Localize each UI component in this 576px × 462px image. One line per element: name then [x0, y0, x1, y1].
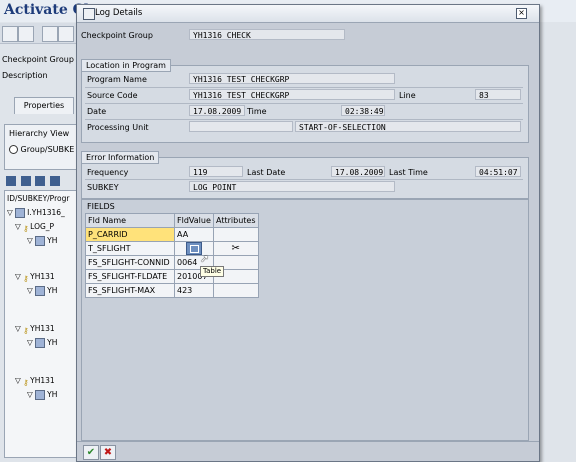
refresh-icon[interactable]: [49, 176, 60, 186]
subkey-field[interactable]: LOG_POINT: [189, 181, 395, 192]
cell-fld-name[interactable]: T_SFLIGHT: [85, 241, 175, 256]
background-checkpoint-group-label: Checkpoint Group: [2, 55, 74, 64]
checkpoint-group-label: Checkpoint Group: [81, 31, 153, 40]
forward-arrow-icon[interactable]: [18, 26, 34, 42]
cell-fld-value[interactable]: AA: [174, 227, 214, 242]
tree-item[interactable]: ▽ YH: [27, 389, 57, 400]
table-row[interactable]: FS_SFLIGHT-CONNID 0064: [85, 255, 259, 270]
column-header-fld-value[interactable]: FldValue: [174, 213, 214, 228]
line-label: Line: [399, 91, 416, 100]
hierarchy-tree: ID/SUBKEY/Progr ▽ I.YH1316_ ▽ ⚷ LOG_P ▽ Y…: [4, 190, 80, 458]
confirm-button[interactable]: ✔: [83, 445, 99, 460]
tree-item[interactable]: ▽ YH: [27, 235, 57, 246]
footer-separator: [77, 441, 539, 442]
dialog-title-bar: Log Details ×: [77, 5, 539, 23]
log-details-dialog: Log Details × Checkpoint Group YH1316_CH…: [76, 4, 540, 462]
checkpoint-group-icon: [15, 208, 26, 218]
column-header-attributes[interactable]: Attributes: [213, 213, 259, 228]
cell-fld-value[interactable]: 423: [174, 283, 214, 298]
table-header-row: Fld Name FldValue Attributes: [85, 213, 259, 228]
location-group-title: Location in Program: [81, 59, 171, 72]
back-arrow-icon[interactable]: [2, 26, 18, 42]
tree-item[interactable]: ▽ I.YH1316_: [7, 207, 65, 218]
tree-item[interactable]: ▽ ⚷ LOG_P: [15, 221, 54, 233]
fields-table: Fld Name FldValue Attributes P_CARRID AA…: [85, 213, 259, 298]
error-group-title: Error Information: [81, 151, 160, 164]
processing-unit-field[interactable]: START-OF-SELECTION: [295, 121, 521, 132]
separator: [85, 87, 523, 88]
tree-item[interactable]: ▽ YH: [27, 285, 57, 296]
tree-item[interactable]: ▽ ⚷ YH131: [15, 323, 55, 335]
cell-fld-name[interactable]: FS_SFLIGHT-CONNID: [85, 255, 175, 270]
last-date-field[interactable]: 17.08.2009: [331, 166, 385, 177]
separator: [85, 103, 523, 104]
find-icon[interactable]: [35, 176, 46, 186]
tree-item[interactable]: ▽ YH: [27, 337, 57, 348]
line-field[interactable]: 83: [475, 89, 521, 100]
time-field[interactable]: 02:38:49: [341, 105, 385, 116]
column-header-fld-name[interactable]: Fld Name: [85, 213, 175, 228]
hierarchy-view-label: Hierarchy View: [9, 129, 70, 138]
cell-attributes[interactable]: ✂: [213, 241, 259, 256]
radio-group-subkey-label: Group/SUBKE: [20, 145, 75, 154]
cell-attributes[interactable]: [213, 227, 259, 242]
mouse-pointer-icon: ➚: [200, 252, 210, 265]
tree-header: ID/SUBKEY/Progr: [7, 194, 70, 203]
tree-item[interactable]: ▽ ⚷ YH131: [15, 271, 55, 283]
cell-attributes[interactable]: [213, 283, 259, 298]
program-icon: [35, 236, 46, 246]
date-label: Date: [87, 107, 107, 116]
tooltip: Table: [200, 266, 225, 277]
last-time-field[interactable]: 04:51:07: [475, 166, 521, 177]
last-time-label: Last Time: [389, 168, 428, 177]
hierarchy-view-panel: Hierarchy View Group/SUBKE: [4, 124, 80, 170]
processing-unit-label: Processing Unit: [87, 123, 149, 132]
window-icon: [83, 8, 95, 20]
frequency-field[interactable]: 119: [189, 166, 243, 177]
fields-title: FIELDS: [87, 202, 115, 211]
separator: [85, 179, 523, 180]
tree-toolbar: [6, 176, 60, 188]
table-row[interactable]: FS_SFLIGHT-MAX 423: [85, 283, 259, 298]
expand-icon[interactable]: [6, 176, 16, 186]
cell-fld-name[interactable]: FS_SFLIGHT-FLDATE: [85, 269, 175, 284]
cell-fld-name[interactable]: P_CARRID: [85, 227, 175, 242]
program-icon: [35, 390, 46, 400]
cancel-button[interactable]: ✖: [100, 445, 116, 460]
close-icon[interactable]: ×: [516, 8, 527, 19]
separator: [85, 119, 523, 120]
tree-item[interactable]: ▽ ⚷ YH131: [15, 375, 55, 387]
dialog-title: Log Details: [95, 8, 143, 18]
table-row[interactable]: T_SFLIGHT ✂: [85, 241, 259, 256]
collapse-icon[interactable]: [20, 176, 31, 186]
last-date-label: Last Date: [247, 168, 286, 177]
edit-icon[interactable]: [42, 26, 58, 42]
activate-icon[interactable]: [58, 26, 74, 42]
tab-properties[interactable]: Properties: [14, 97, 74, 114]
radio-group-subkey[interactable]: Group/SUBKE: [9, 145, 74, 154]
cell-fld-name[interactable]: FS_SFLIGHT-MAX: [85, 283, 175, 298]
time-label: Time: [247, 107, 267, 116]
program-name-label: Program Name: [87, 75, 147, 84]
checkpoint-group-field[interactable]: YH1316_CHECK: [189, 29, 345, 40]
checkmark-icon: ✔: [86, 447, 96, 458]
program-name-field[interactable]: YH1316_TEST_CHECKGRP: [189, 73, 395, 84]
attributes-scissors-icon[interactable]: ✂: [232, 243, 240, 254]
table-row[interactable]: FS_SFLIGHT-FLDATE 201007: [85, 269, 259, 284]
processing-unit-blank-field: [189, 121, 293, 132]
source-code-field[interactable]: YH1316_TEST_CHECKGRP: [189, 89, 395, 100]
radio-selected-icon[interactable]: [9, 145, 18, 154]
program-icon: [35, 338, 46, 348]
subkey-label: SUBKEY: [87, 183, 119, 192]
program-icon: [35, 286, 46, 296]
background-description-label: Description: [2, 71, 48, 80]
source-code-label: Source Code: [87, 91, 138, 100]
frequency-label: Frequency: [87, 168, 129, 177]
cancel-x-icon: ✖: [103, 447, 113, 458]
table-row[interactable]: P_CARRID AA: [85, 227, 259, 242]
date-field[interactable]: 17.08.2009: [189, 105, 245, 116]
